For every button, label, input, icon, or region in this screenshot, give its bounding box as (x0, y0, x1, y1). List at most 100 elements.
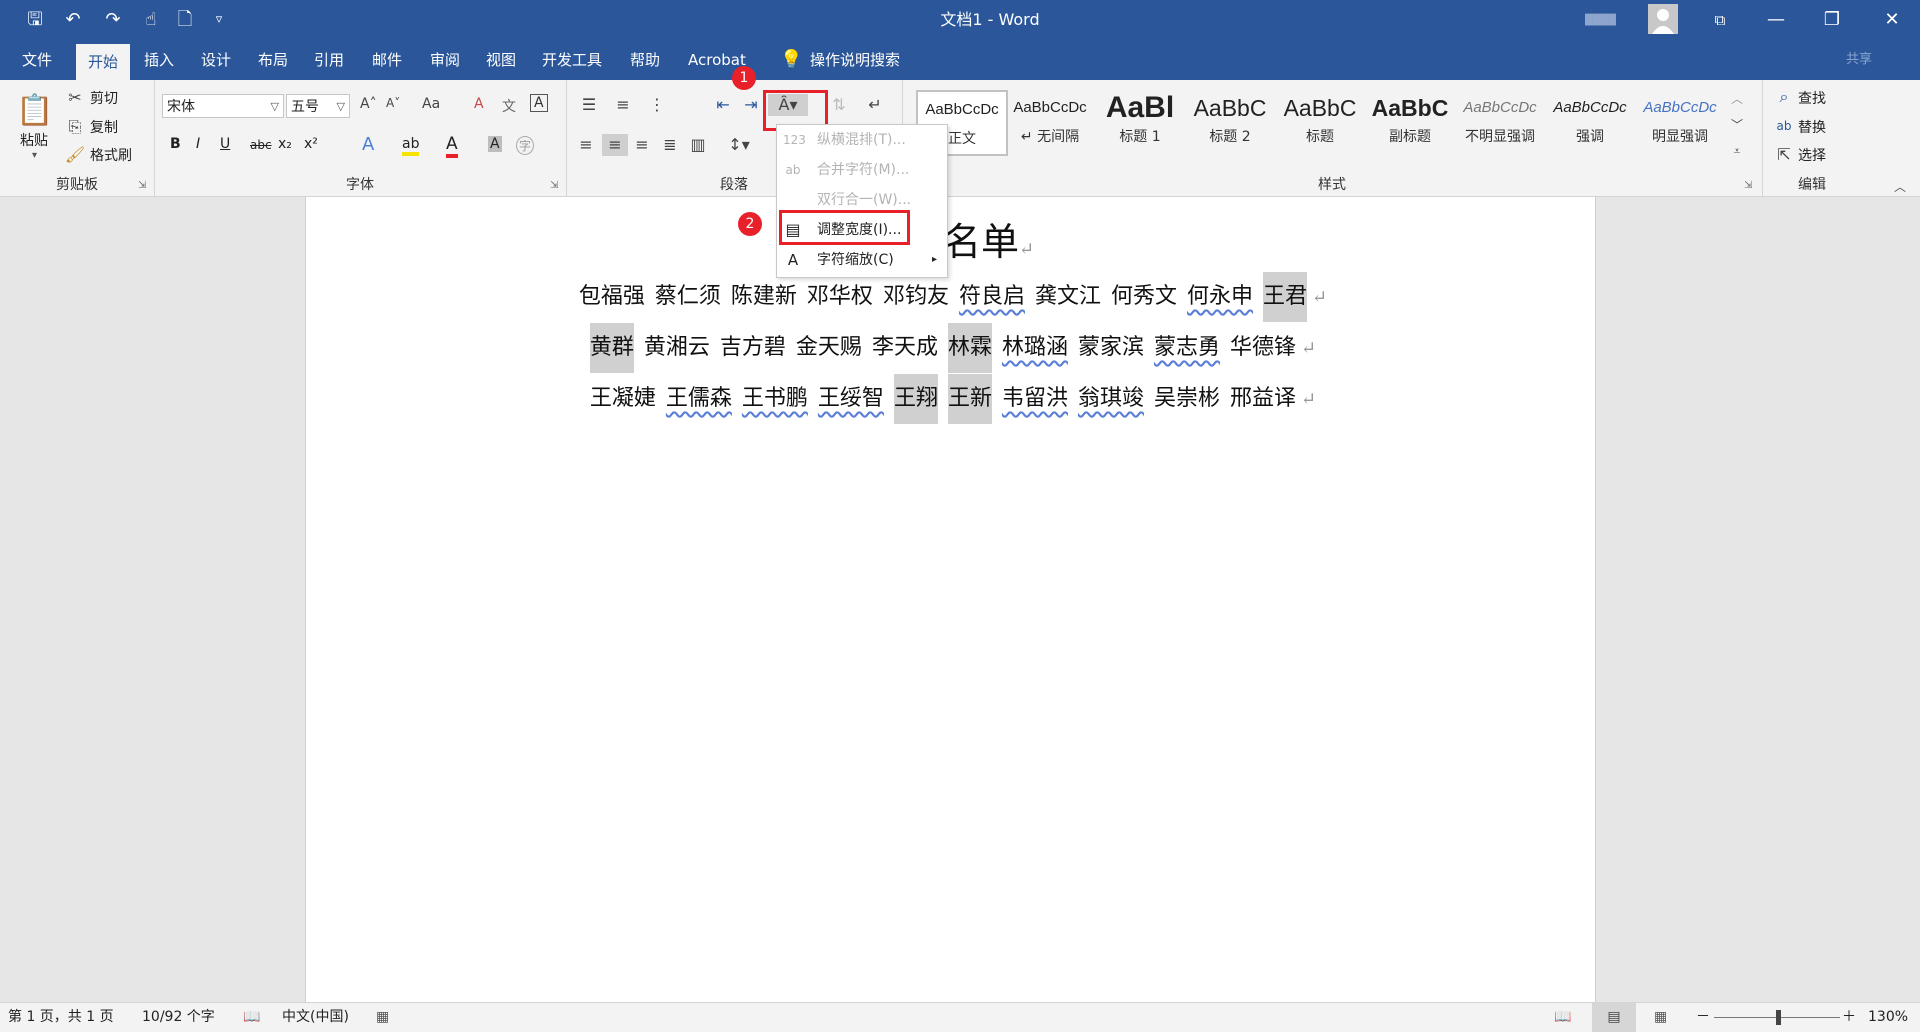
name-entry[interactable]: 王翔 (893, 374, 938, 424)
cut-button[interactable]: 剪切 (90, 88, 118, 108)
menu-item-character-scaling[interactable]: A 字符缩放(C) ▸ (777, 245, 947, 275)
name-line-1[interactable]: 包福强 蔡仁须 陈建新 邓华权 邓钧友 符良启 龚文江 何秀文 何永申 王君 ↵ (306, 272, 1595, 322)
grow-font-button[interactable]: A˄ (360, 96, 377, 112)
tab-home[interactable]: 开始 (76, 44, 130, 80)
style-heading-2[interactable]: AaBbC 标题 2 (1186, 90, 1274, 152)
strikethrough-button[interactable]: abc (250, 138, 272, 152)
zoom-out-button[interactable]: － (1696, 1003, 1710, 1032)
word-count[interactable]: 10/92 个字 (142, 1003, 215, 1032)
read-mode-icon[interactable]: 📖 (1554, 1003, 1571, 1032)
zoom-slider-thumb[interactable] (1776, 1010, 1781, 1025)
line-spacing-icon[interactable]: ↕▾ (722, 134, 756, 156)
name-entry[interactable]: 邢益译 (1230, 374, 1296, 424)
name-entry[interactable]: 金天赐 (796, 323, 862, 373)
tab-review[interactable]: 审阅 (424, 40, 466, 80)
align-left-icon[interactable]: ≡ (574, 134, 598, 156)
redo-icon[interactable]: ↷ (100, 8, 126, 32)
copy-button[interactable]: 复制 (90, 117, 118, 137)
clear-formatting-button[interactable]: A (474, 96, 484, 112)
tab-help[interactable]: 帮助 (624, 40, 666, 80)
style-title[interactable]: AaBbC 标题 (1276, 90, 1364, 152)
undo-icon[interactable]: ↶ (60, 8, 86, 32)
name-entry[interactable]: 邓钧友 (883, 272, 949, 322)
styles-more-icon[interactable]: ⩡ (1726, 140, 1748, 162)
web-layout-icon[interactable]: ▦ (1654, 1003, 1667, 1032)
zoom-level[interactable]: 130% (1868, 1003, 1908, 1032)
page-count[interactable]: 第 1 页，共 1 页 (8, 1003, 114, 1032)
name-entry[interactable]: 何秀文 (1111, 272, 1177, 322)
replace-button[interactable]: 替换 (1798, 117, 1826, 137)
name-entry[interactable]: 林霖 (947, 323, 992, 373)
align-right-icon[interactable]: ≡ (630, 134, 654, 156)
menu-item-combine-characters[interactable]: ab 合并字符(M)... (777, 155, 947, 185)
style-intense-emphasis[interactable]: AaBbCcDc 明显强调 (1636, 90, 1724, 152)
name-entry[interactable]: 韦留洪 (1002, 374, 1068, 424)
bullets-icon[interactable]: ☰ (574, 94, 604, 116)
styles-scroll-up-icon[interactable]: ︿ (1726, 88, 1748, 110)
close-button[interactable]: ✕ (1864, 0, 1920, 40)
numbering-icon[interactable]: ≡ (608, 94, 638, 116)
name-entry[interactable]: 王新 (947, 374, 992, 424)
name-entry[interactable]: 林璐涵 (1002, 323, 1068, 373)
font-size-combo[interactable]: 五号 ▽ (286, 94, 350, 118)
align-center-icon[interactable]: ≡ (602, 134, 628, 156)
change-case-button[interactable]: Aa (422, 96, 440, 112)
styles-launcher-icon[interactable]: ⇲ (1744, 180, 1752, 191)
character-shading-button[interactable]: A (488, 136, 502, 152)
print-layout-icon[interactable]: ▤ (1592, 1003, 1636, 1032)
italic-button[interactable]: I (196, 136, 200, 152)
paste-button[interactable]: 粘贴 (20, 130, 48, 150)
format-painter-button[interactable]: 格式刷 (90, 145, 132, 165)
select-button[interactable]: 选择 (1798, 145, 1826, 165)
multilevel-list-icon[interactable]: ⋮ (642, 94, 672, 116)
name-entry[interactable]: 王绥智 (818, 374, 884, 424)
ribbon-display-options-button[interactable]: ⧉ (1692, 0, 1748, 40)
tab-file[interactable]: 文件 (16, 40, 58, 80)
menu-item-vertical-in-horizontal[interactable]: 123 纵横混排(T)... (777, 125, 947, 155)
show-marks-icon[interactable]: ↵ (862, 94, 888, 116)
name-entry[interactable]: 包福强 (579, 272, 645, 322)
shrink-font-button[interactable]: A˅ (386, 96, 400, 110)
name-entry[interactable]: 王凝婕 (590, 374, 656, 424)
name-entry[interactable]: 华德锋 (1230, 323, 1296, 373)
name-entry[interactable]: 吴崇彬 (1154, 374, 1220, 424)
font-name-combo[interactable]: 宋体 ▽ (162, 94, 284, 118)
tab-references[interactable]: 引用 (308, 40, 350, 80)
share-button[interactable]: 共享 (1840, 40, 1878, 80)
name-entry[interactable]: 翁琪竣 (1078, 374, 1144, 424)
name-entry[interactable]: 王儒森 (666, 374, 732, 424)
name-entry[interactable]: 蔡仁须 (655, 272, 721, 322)
style-subtle-emphasis[interactable]: AaBbCcDc 不明显强调 (1456, 90, 1544, 152)
name-entry[interactable]: 黄群 (589, 323, 634, 373)
name-entry[interactable]: 蒙家滨 (1078, 323, 1144, 373)
tab-design[interactable]: 设计 (195, 40, 237, 80)
name-line-2[interactable]: 黄群 黄湘云 吉方碧 金天赐 李天成 林霖 林璐涵 蒙家滨 蒙志勇 华德锋 ↵ (306, 323, 1595, 373)
language-indicator[interactable]: 中文(中国) (282, 1003, 349, 1032)
macro-record-icon[interactable]: ▦ (376, 1003, 389, 1032)
tab-view[interactable]: 视图 (480, 40, 522, 80)
find-button[interactable]: 查找 (1798, 88, 1826, 108)
document-page[interactable]: 人员名单↵ 包福强蔡仁须陈建新邓华权邓钧友符良启龚文江何秀文何永申王君↵ 黄群黄… (305, 197, 1596, 1002)
highlight-button[interactable]: ab (402, 136, 420, 156)
touch-mode-icon[interactable]: ☝ (138, 8, 164, 32)
bold-button[interactable]: B (170, 136, 181, 152)
tab-layout[interactable]: 布局 (252, 40, 294, 80)
name-entry[interactable]: 王君 (1263, 272, 1308, 322)
style-heading-1[interactable]: AaBl 标题 1 (1096, 90, 1184, 152)
phonetic-guide-button[interactable]: 文 (502, 96, 516, 116)
justify-icon[interactable]: ≣ (658, 134, 682, 156)
subscript-button[interactable]: x₂ (278, 136, 292, 152)
customize-toolbar-icon[interactable]: ▿ (206, 8, 232, 32)
tab-insert[interactable]: 插入 (138, 40, 180, 80)
style-no-spacing[interactable]: AaBbCcDc ↵ 无间隔 (1006, 90, 1094, 152)
name-entry[interactable]: 王书鹏 (742, 374, 808, 424)
style-emphasis[interactable]: AaBbCcDc 强调 (1546, 90, 1634, 152)
paste-icon[interactable]: 📋 (16, 90, 53, 132)
name-entry[interactable]: 李天成 (872, 323, 938, 373)
character-border-button[interactable]: A (530, 94, 548, 112)
collapse-ribbon-icon[interactable]: ︿ (1894, 178, 1906, 195)
paste-dropdown-icon[interactable]: ▾ (32, 150, 37, 161)
enclose-characters-button[interactable]: 字 (516, 136, 535, 155)
increase-indent-icon[interactable]: ⇥ (738, 94, 764, 116)
zoom-in-button[interactable]: ＋ (1842, 1003, 1856, 1032)
